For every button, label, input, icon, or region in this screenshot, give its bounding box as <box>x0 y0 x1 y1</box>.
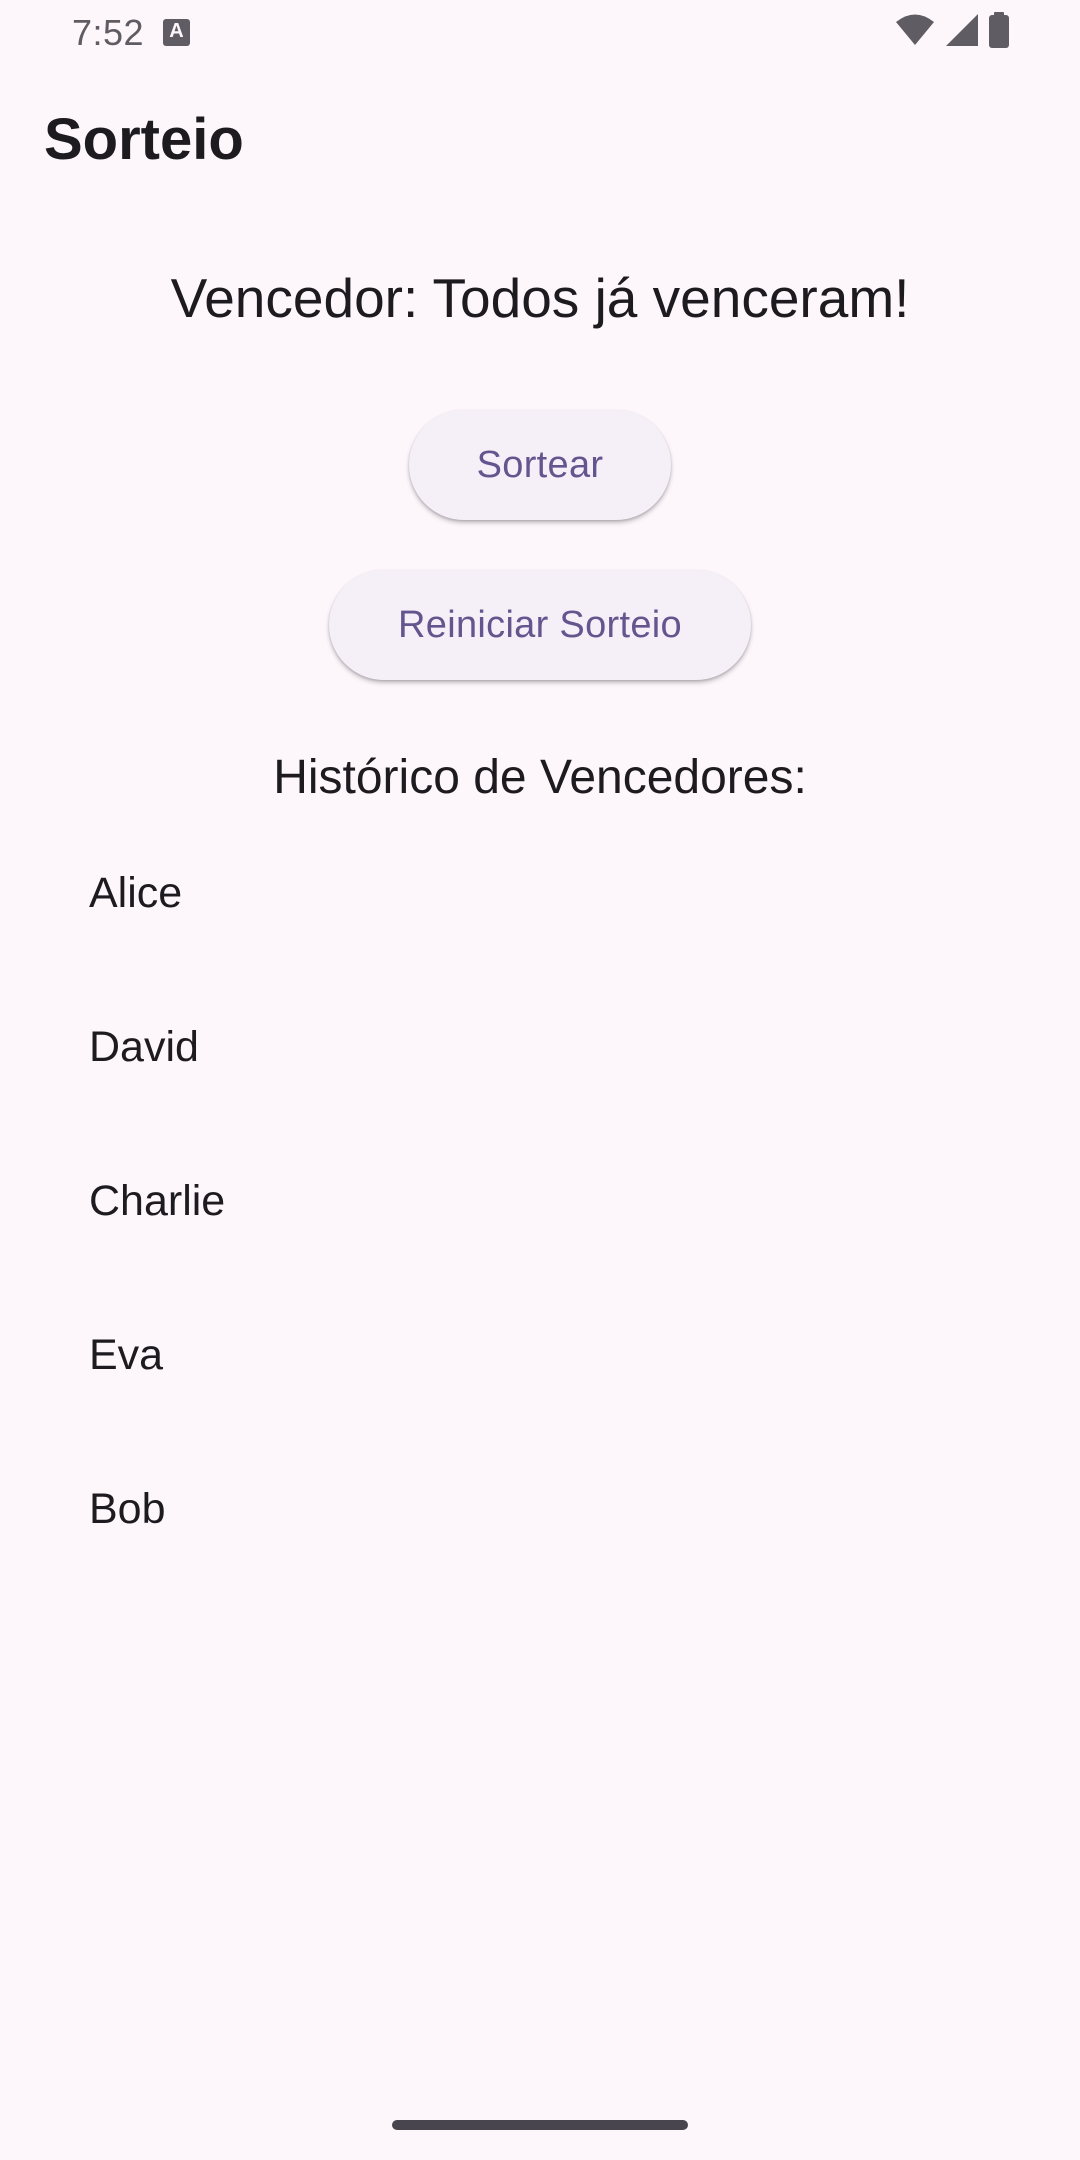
list-item: Eva <box>89 1331 164 1379</box>
winners-history-list: Alice David Charlie Eva Bob <box>0 838 1080 1608</box>
status-icons <box>894 11 1010 53</box>
app-title: Sorteio <box>44 107 244 172</box>
cell-signal-icon <box>944 12 980 53</box>
reset-draw-button[interactable]: Reiniciar Sorteio <box>329 570 751 680</box>
list-item: Charlie <box>89 1177 226 1225</box>
text-a-icon: A <box>163 19 190 46</box>
battery-icon <box>988 11 1010 53</box>
status-time: 7:52 <box>72 12 145 53</box>
list-item: Bob <box>89 1485 166 1533</box>
history-title: Histórico de Vencedores: <box>273 751 807 804</box>
list-item: Alice <box>89 869 183 917</box>
list-item: David <box>89 1023 199 1071</box>
winner-text: Vencedor: Todos já venceram! <box>170 267 910 329</box>
home-gesture-bar[interactable] <box>392 2120 688 2130</box>
draw-button[interactable]: Sortear <box>409 410 671 520</box>
status-bar: 7:52 A <box>0 0 1080 64</box>
wifi-icon <box>894 13 936 52</box>
screen: 7:52 A Sorteio Vencedor: Todos já vencer… <box>0 0 1080 2160</box>
